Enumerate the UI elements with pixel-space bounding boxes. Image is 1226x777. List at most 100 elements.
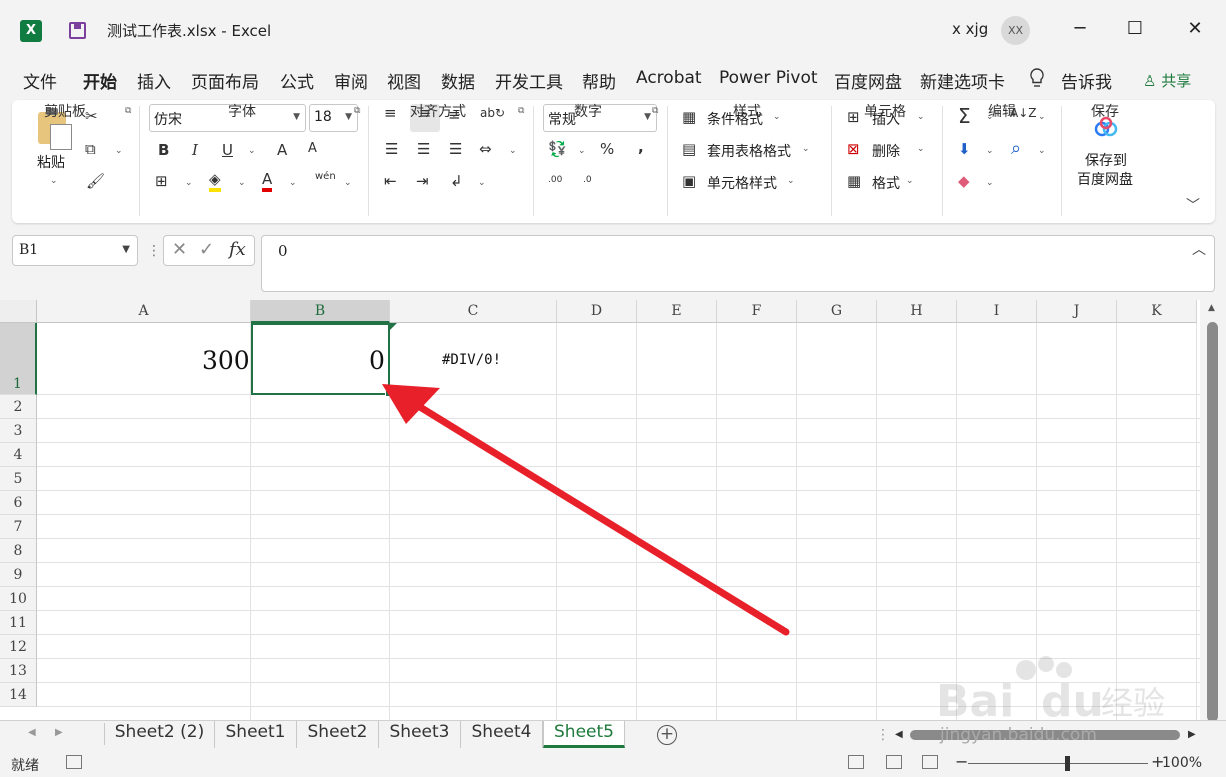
currency-icon[interactable]: 💱 — [548, 140, 567, 158]
clear-icon[interactable]: ◆ — [958, 172, 970, 190]
user-name[interactable]: x xjg — [952, 20, 988, 38]
phonetic-dropdown-icon[interactable]: ⌄ — [344, 178, 352, 188]
fill-color-icon[interactable]: ◈ — [209, 170, 221, 192]
tab-baidu-netdisk[interactable]: 百度网盘 — [834, 68, 902, 93]
tab-home[interactable]: 开始 — [83, 68, 117, 93]
sheet-tab-sheet5[interactable]: Sheet5 — [543, 721, 625, 748]
paste-dropdown-icon[interactable]: ⌄ — [50, 176, 58, 186]
column-header-G[interactable]: G — [797, 300, 877, 323]
sheet-tab-sheet1[interactable]: Sheet1 — [215, 721, 297, 748]
align-left-icon[interactable]: ☰ — [385, 140, 398, 158]
row-header-4[interactable]: 4 — [0, 443, 37, 467]
paste-button[interactable]: 粘贴 — [37, 152, 65, 172]
fill-color-dropdown-icon[interactable]: ⌄ — [238, 178, 246, 188]
row-header-11[interactable]: 11 — [0, 611, 37, 635]
tab-developer[interactable]: 开发工具 — [495, 68, 563, 93]
tab-new-tab[interactable]: 新建选项卡 — [920, 68, 1005, 93]
row-header-7[interactable]: 7 — [0, 515, 37, 539]
prev-sheet-icon[interactable]: ◀ — [28, 727, 36, 738]
row-header-8[interactable]: 8 — [0, 539, 37, 563]
zoom-slider[interactable] — [968, 763, 1148, 764]
sort-dropdown-icon[interactable]: ⌄ — [1038, 112, 1046, 122]
tell-me-search[interactable]: 告诉我 — [1061, 68, 1112, 93]
row-header-5[interactable]: 5 — [0, 467, 37, 491]
tab-formulas[interactable]: 公式 — [280, 68, 314, 93]
scroll-left-icon[interactable]: ◀ — [895, 729, 903, 740]
column-header-J[interactable]: J — [1037, 300, 1117, 323]
font-color-button[interactable]: A — [262, 170, 273, 192]
row-header-3[interactable]: 3 — [0, 419, 37, 443]
copy-dropdown-icon[interactable]: ⌄ — [115, 146, 123, 156]
italic-button[interactable]: I — [192, 141, 198, 159]
column-header-K[interactable]: K — [1117, 300, 1197, 323]
format-cells-button[interactable]: 格式 — [872, 173, 900, 193]
page-break-view-icon[interactable] — [922, 755, 938, 769]
add-sheet-button[interactable]: + — [657, 725, 677, 745]
column-header-F[interactable]: F — [717, 300, 797, 323]
bold-button[interactable]: B — [158, 141, 169, 159]
wrap-dropdown-icon[interactable]: ⌄ — [478, 178, 486, 188]
row-header-6[interactable]: 6 — [0, 491, 37, 515]
insert-function-button[interactable]: fx — [229, 239, 246, 260]
decrease-font-button[interactable]: A — [308, 141, 317, 156]
cell-styles-button[interactable]: 单元格样式 — [707, 173, 777, 193]
enter-icon[interactable]: ✓ — [199, 239, 214, 260]
collapse-formula-bar-icon[interactable]: ︿ — [1192, 239, 1206, 259]
column-header-H[interactable]: H — [877, 300, 957, 323]
fill-dropdown-icon[interactable]: ⌄ — [986, 146, 994, 156]
find-dropdown-icon[interactable]: ⌄ — [1038, 146, 1046, 156]
close-icon[interactable]: ✕ — [1180, 14, 1210, 44]
row-header-13[interactable]: 13 — [0, 659, 37, 683]
increase-decimal-button[interactable]: .00 — [548, 175, 562, 185]
chevron-down-icon[interactable]: ⌄ — [787, 176, 795, 186]
cell-A1[interactable]: 300 — [202, 346, 250, 375]
merge-center-icon[interactable]: ⇔ — [479, 140, 492, 158]
currency-dropdown-icon[interactable]: ⌄ — [578, 146, 586, 156]
column-header-E[interactable]: E — [637, 300, 717, 323]
row-header-2[interactable]: 2 — [0, 395, 37, 419]
chevron-down-icon[interactable]: ⌄ — [773, 112, 781, 122]
column-header-D[interactable]: D — [557, 300, 637, 323]
row-header-10[interactable]: 10 — [0, 587, 37, 611]
number-launcher-icon[interactable]: ⧉ — [652, 106, 658, 116]
vertical-scroll-thumb[interactable] — [1207, 322, 1218, 720]
underline-dropdown-icon[interactable]: ⌄ — [248, 146, 256, 156]
cut-icon[interactable]: ✂ — [85, 107, 98, 125]
delete-cells-button[interactable]: 删除 — [872, 141, 900, 161]
tab-file[interactable]: 文件 — [23, 68, 57, 93]
scroll-up-icon[interactable]: ▲ — [1208, 303, 1215, 313]
align-right-icon[interactable]: ☰ — [449, 140, 462, 158]
merge-dropdown-icon[interactable]: ⌄ — [509, 146, 517, 156]
align-center-icon[interactable]: ☰ — [417, 140, 430, 158]
next-sheet-icon[interactable]: ▶ — [55, 727, 63, 738]
tab-acrobat[interactable]: Acrobat — [636, 68, 702, 88]
avatar[interactable]: XX — [1001, 16, 1030, 45]
font-launcher-icon[interactable]: ⧉ — [354, 106, 360, 116]
tab-split-handle-icon[interactable]: ⋮ — [876, 727, 890, 743]
maximize-icon[interactable]: ☐ — [1120, 14, 1150, 44]
underline-button[interactable]: U — [222, 141, 233, 159]
save-to-netdisk-line1[interactable]: 保存到 — [1085, 150, 1127, 170]
tab-help[interactable]: 帮助 — [582, 68, 616, 93]
font-color-dropdown-icon[interactable]: ⌄ — [289, 178, 297, 188]
increase-indent-icon[interactable]: ⇥ — [416, 172, 429, 190]
chevron-down-icon[interactable]: ⌄ — [802, 144, 810, 154]
minimize-icon[interactable]: ─ — [1065, 14, 1095, 44]
comma-button[interactable]: , — [638, 138, 644, 156]
decrease-decimal-button[interactable]: .0 — [583, 175, 592, 185]
sheet-tab-sheet2-2[interactable]: Sheet2 (2) — [105, 721, 215, 748]
fill-icon[interactable]: ⬇ — [958, 140, 971, 158]
save-icon[interactable] — [69, 22, 86, 39]
error-indicator-icon[interactable] — [389, 323, 397, 331]
search-icon[interactable]: ⌕ — [1011, 138, 1021, 159]
row-header-1[interactable]: 1 — [0, 323, 37, 395]
format-as-table-button[interactable]: 套用表格格式 — [707, 141, 791, 161]
font-size-combo[interactable]: 18 ▼ — [309, 104, 358, 132]
sheet-tab-sheet2[interactable]: Sheet2 — [297, 721, 379, 748]
accessibility-icon[interactable] — [66, 755, 82, 769]
column-header-B[interactable]: B — [251, 300, 390, 323]
row-header-12[interactable]: 12 — [0, 635, 37, 659]
cell-C1[interactable]: #DIV/0! — [442, 352, 501, 368]
chevron-down-icon[interactable]: ⌄ — [917, 144, 925, 154]
zoom-out-icon[interactable]: − — [955, 752, 968, 771]
